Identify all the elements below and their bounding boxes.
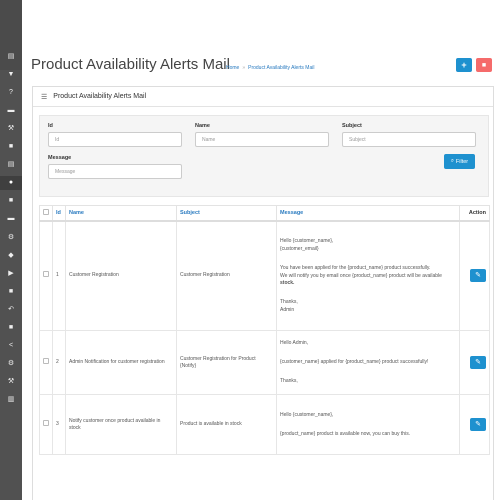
- wrench-icon[interactable]: ⚒: [0, 121, 22, 135]
- select-all-checkbox[interactable]: [43, 208, 49, 215]
- column-header-message[interactable]: Message: [276, 205, 460, 222]
- filter-name-label: Name: [195, 123, 210, 129]
- tools-icon[interactable]: ⚒: [0, 375, 22, 389]
- row-message: Hello {customer_name}, {product_name} pr…: [276, 394, 460, 455]
- filter-message-label: Message: [48, 155, 72, 161]
- edit-button[interactable]: ✎: [470, 418, 486, 431]
- row-name: Notify customer once product available i…: [65, 394, 177, 455]
- page-title: Product Availability Alerts Mail: [31, 56, 230, 73]
- filter-button-label: Filter: [455, 158, 469, 165]
- bed-icon[interactable]: ▬: [0, 212, 22, 226]
- list-icon: ☰: [41, 93, 48, 101]
- row-checkbox[interactable]: [43, 271, 49, 278]
- row-message: Hello {customer_name}, {customer_email} …: [276, 220, 460, 331]
- message-line: You have been applied for the {product_n…: [280, 264, 431, 271]
- panel-heading: ☰ Product Availability Alerts Mail: [33, 87, 493, 107]
- column-header-action: Action: [459, 205, 490, 222]
- filter-id-label: Id: [48, 123, 53, 129]
- message-line: Hello {customer_name},: [280, 237, 334, 244]
- row-message: Hello Admin, {customer_name} applied for…: [276, 330, 460, 395]
- sidebar: ▤ ▼? ▬ ⚒ ■ ▤ ● ■ ▬ ⚙ ◆ ▶ ■ ↶ ■ < ⚙ ⚒ ▥: [0, 0, 22, 500]
- message-line: {customer_email}: [280, 245, 319, 252]
- row-subject: Product is available in stock: [176, 394, 277, 455]
- help-icon[interactable]: ?: [0, 85, 22, 99]
- message-text: We will notify you by email once {produc…: [280, 272, 442, 279]
- message-line: {product_name} product is available now,…: [280, 430, 411, 437]
- filter-subject-input[interactable]: [342, 132, 476, 147]
- tag-icon[interactable]: ▼: [0, 67, 22, 81]
- breadcrumb: Home» Product Availability Alerts Mail: [226, 65, 314, 71]
- row-select-cell: [39, 394, 53, 455]
- add-new-button[interactable]: +: [456, 58, 472, 72]
- message-line: Hello {customer_name},: [280, 411, 334, 418]
- list-panel: ☰ Product Availability Alerts Mail Id Na…: [32, 86, 494, 500]
- row-name: Admin Notification for customer registra…: [65, 330, 177, 395]
- row-subject: Customer Registration: [176, 220, 277, 331]
- table-row: 3 Notify customer once product available…: [39, 394, 490, 455]
- row-checkbox[interactable]: [43, 358, 49, 364]
- message-line: Thanks,: [280, 298, 298, 305]
- message-bold-text: stock.: [280, 279, 295, 286]
- row-checkbox[interactable]: [43, 420, 49, 426]
- book-icon[interactable]: ▤: [0, 158, 22, 172]
- row-id: 1: [52, 220, 66, 331]
- card-icon[interactable]: ▬: [0, 103, 22, 117]
- shopping-cart-icon[interactable]: ■: [0, 321, 22, 335]
- table-header-row: Id Name Subject Message Action: [39, 205, 490, 222]
- column-header-name[interactable]: Name: [65, 205, 177, 222]
- edit-button[interactable]: ✎: [470, 356, 486, 369]
- filter-button[interactable]: ⌕ Filter: [444, 154, 475, 169]
- filter-id-input[interactable]: [48, 132, 182, 147]
- select-all-cell: [39, 205, 53, 222]
- row-action-cell: ✎: [459, 220, 490, 331]
- row-select-cell: [39, 330, 53, 395]
- column-header-id[interactable]: Id: [52, 205, 66, 222]
- row-select-cell: [39, 220, 53, 331]
- alerts-table: Id Name Subject Message Action 1 Custome…: [39, 205, 490, 455]
- breadcrumb-separator: »: [242, 65, 246, 71]
- pencil-icon: ✎: [475, 359, 481, 366]
- reply-icon[interactable]: ↶: [0, 302, 22, 316]
- cogs-icon[interactable]: ⚙: [0, 230, 22, 244]
- row-id: 2: [52, 330, 66, 395]
- pencil-icon: ✎: [475, 421, 481, 428]
- message-line: Admin: [280, 306, 295, 313]
- main-content: Product Availability Alerts Mail Home» Pr…: [22, 0, 500, 500]
- message-line: Thanks,: [280, 378, 298, 384]
- breadcrumb-home[interactable]: Home: [226, 65, 239, 71]
- column-header-subject[interactable]: Subject: [176, 205, 277, 222]
- filter-subject-label: Subject: [342, 123, 362, 129]
- delete-button[interactable]: ■: [476, 58, 492, 72]
- filter-icon: ⌕: [450, 158, 454, 164]
- table-row: 2 Admin Notification for customer regist…: [39, 330, 490, 395]
- truck-icon[interactable]: ▶: [0, 266, 22, 280]
- plus-icon: +: [461, 60, 467, 70]
- settings-icon[interactable]: ⚙: [0, 357, 22, 371]
- row-id: 3: [52, 394, 66, 455]
- dashboard-icon[interactable]: ▤: [0, 49, 22, 63]
- panel-title: Product Availability Alerts Mail: [53, 93, 147, 100]
- breadcrumb-current[interactable]: Product Availability Alerts Mail: [248, 65, 314, 71]
- row-action-cell: ✎: [459, 394, 490, 455]
- filter-box: Id Name Subject Message ⌕ Filter: [39, 115, 489, 197]
- trash-icon[interactable]: ■: [0, 194, 22, 208]
- row-action-cell: ✎: [459, 330, 490, 395]
- tags-icon[interactable]: ◆: [0, 248, 22, 262]
- share-icon[interactable]: <: [0, 339, 22, 353]
- message-line: We will notify you by email once {produc…: [280, 273, 456, 287]
- message-line: {customer_name} applied for {product_nam…: [280, 359, 429, 365]
- chart-icon[interactable]: ▥: [0, 393, 22, 407]
- row-name: Customer Registration: [65, 220, 177, 331]
- filter-name-input[interactable]: [195, 132, 329, 147]
- pencil-icon: ✎: [475, 272, 481, 280]
- table-row: 1 Customer Registration Customer Registr…: [39, 220, 490, 331]
- trash-icon: ■: [481, 61, 487, 69]
- file-icon[interactable]: ■: [0, 140, 22, 154]
- edit-button[interactable]: ✎: [470, 269, 486, 283]
- user-icon[interactable]: ●: [0, 175, 22, 190]
- message-line: Hello Admin,: [280, 340, 309, 346]
- row-subject: Customer Registration for Product {Notif…: [176, 330, 277, 395]
- filter-message-input[interactable]: [48, 164, 182, 179]
- cart-icon[interactable]: ■: [0, 284, 22, 298]
